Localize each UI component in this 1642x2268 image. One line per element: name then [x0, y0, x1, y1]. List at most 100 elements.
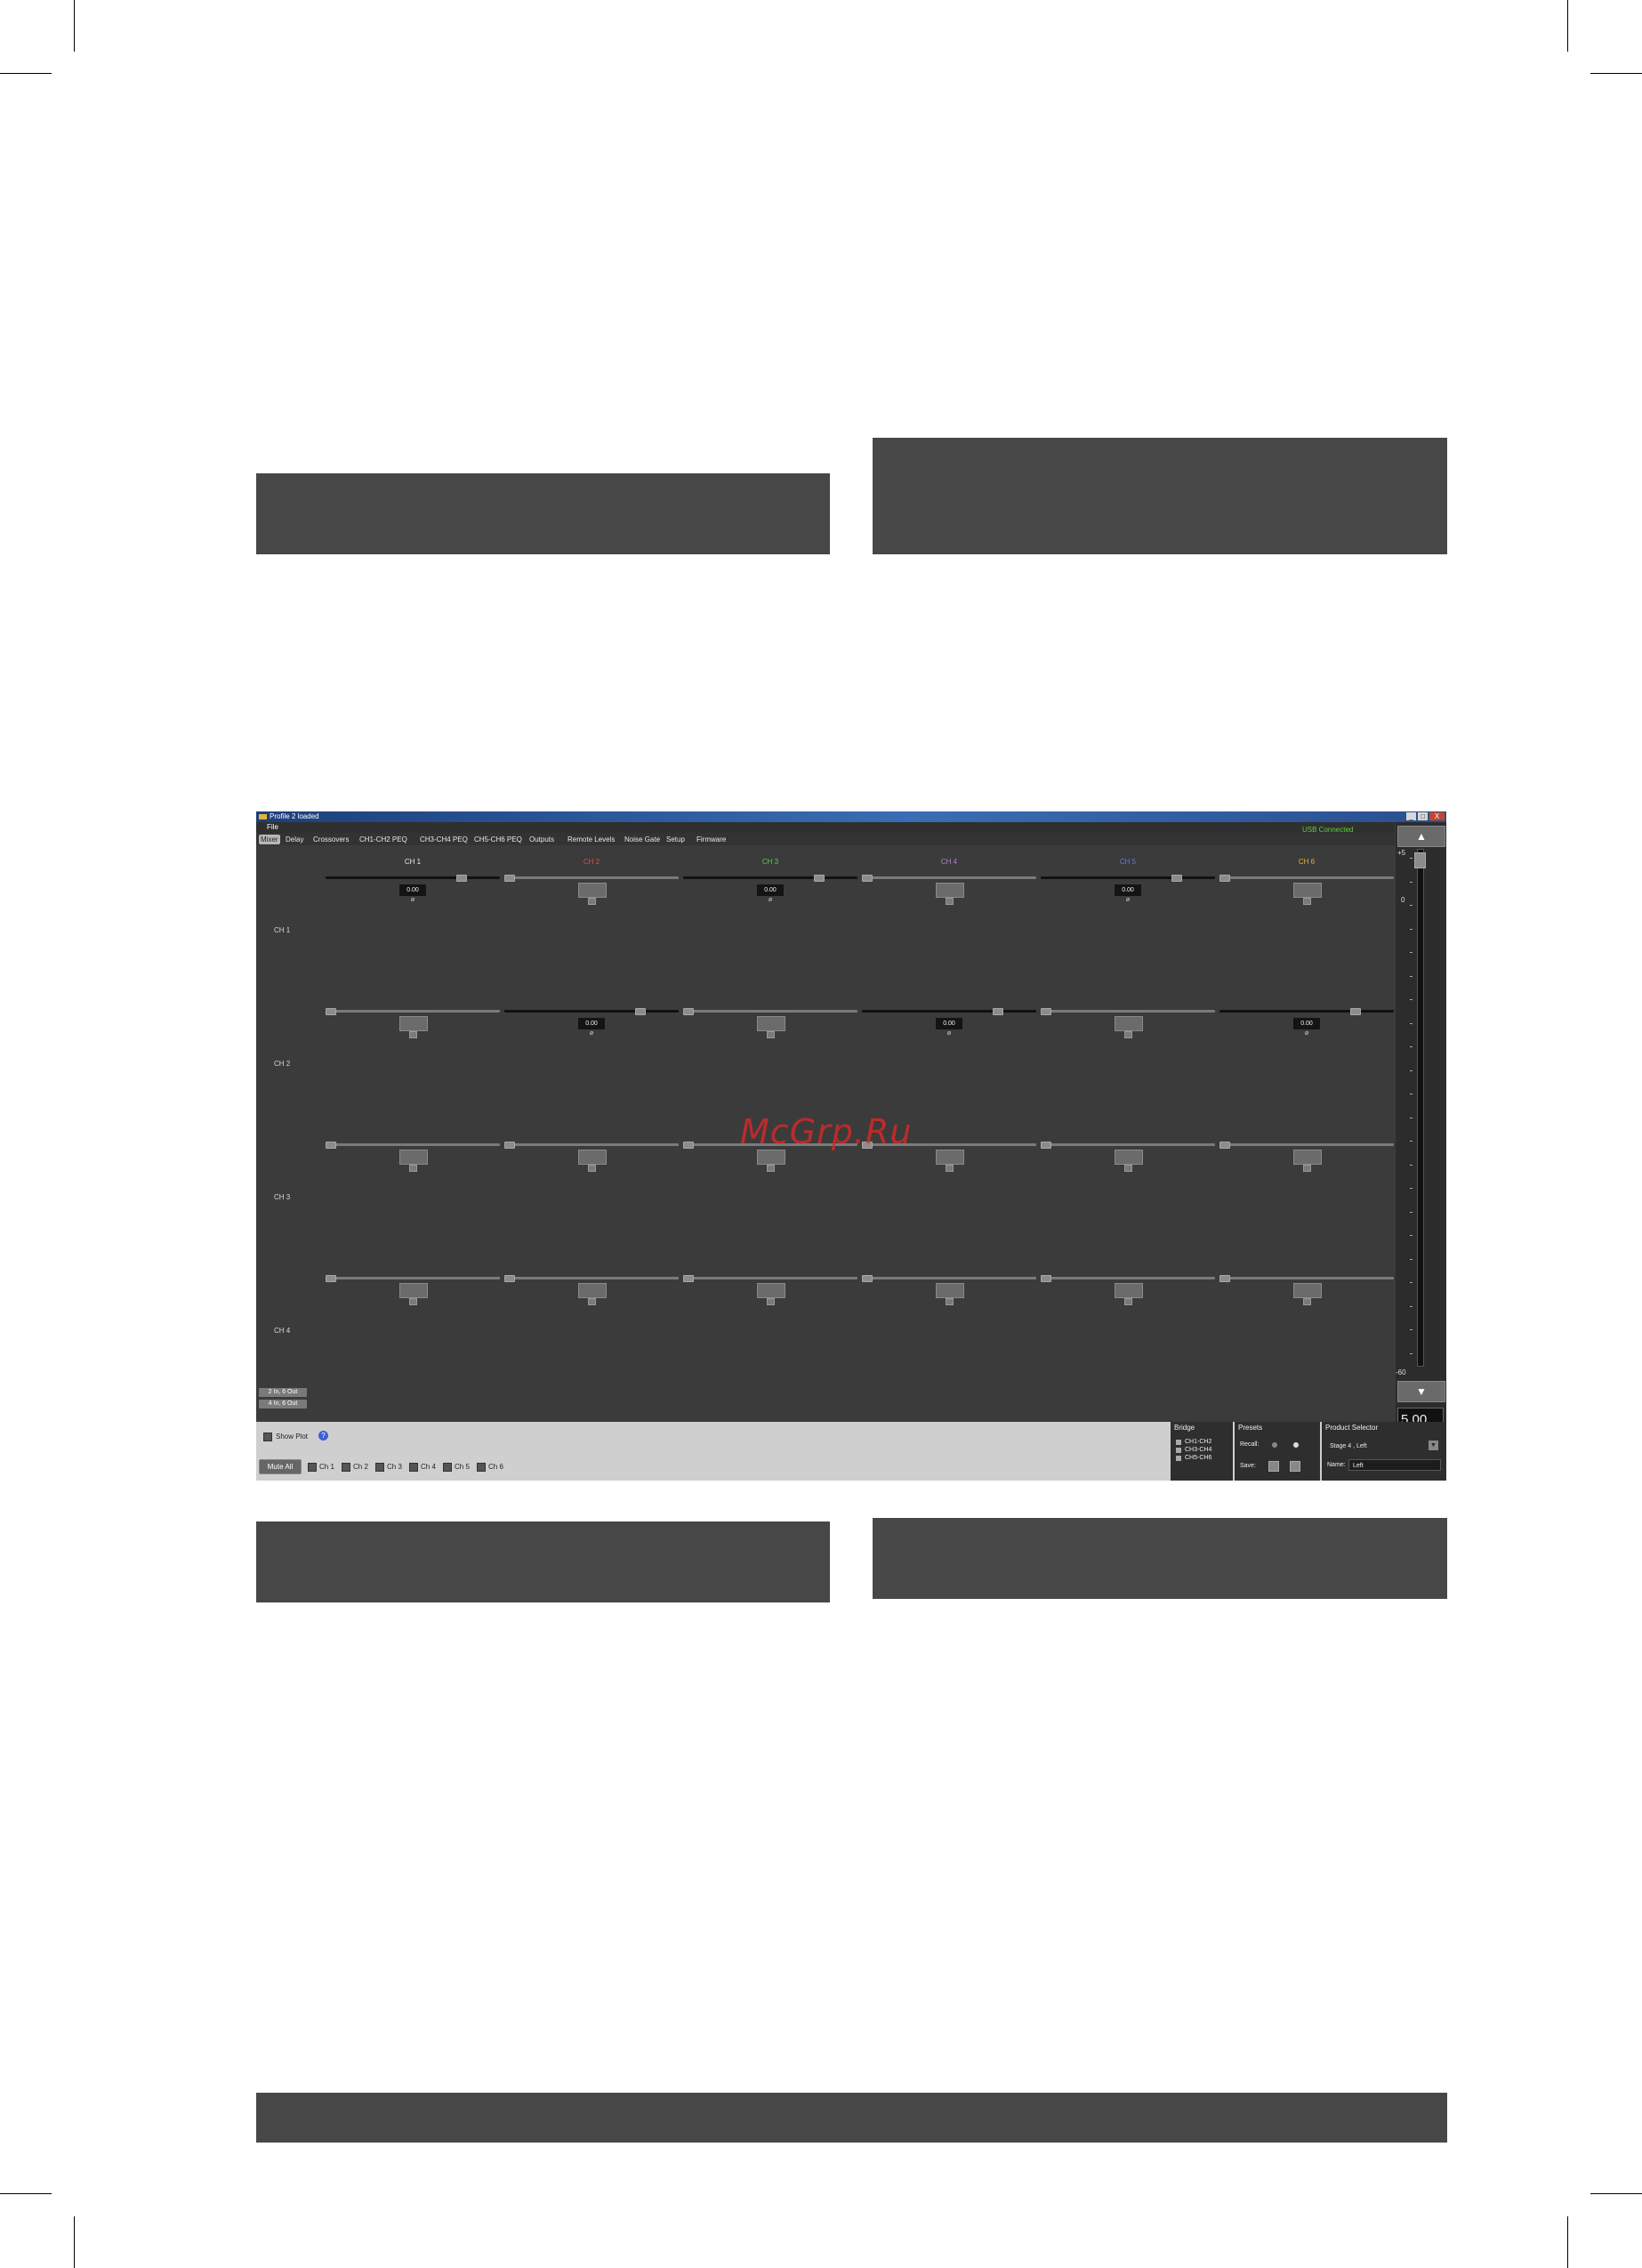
gain-slider-thumb[interactable]	[326, 1142, 336, 1149]
phase-toggle[interactable]	[588, 1298, 596, 1305]
mute-ch4-checkbox[interactable]	[409, 1463, 418, 1472]
mute-toggle[interactable]	[1115, 1150, 1143, 1165]
mute-toggle[interactable]	[936, 883, 964, 898]
recall-preset-1-radio[interactable]	[1272, 1442, 1277, 1448]
tab-outputs[interactable]: Outputs	[527, 835, 556, 844]
gain-slider-track[interactable]	[504, 1277, 679, 1279]
gain-slider-track[interactable]	[504, 1010, 679, 1013]
gain-slider-thumb[interactable]	[993, 1008, 1004, 1015]
mute-ch5-checkbox[interactable]	[443, 1463, 452, 1472]
mute-toggle[interactable]	[1293, 883, 1322, 898]
phase-icon[interactable]: ø	[946, 1030, 953, 1037]
gain-value[interactable]: 0.00	[1115, 884, 1141, 896]
mute-toggle[interactable]	[936, 1150, 964, 1165]
level-meter[interactable]	[1417, 849, 1424, 1367]
name-input[interactable]: Left	[1348, 1459, 1441, 1471]
phase-toggle[interactable]	[946, 1298, 954, 1305]
mute-toggle[interactable]	[757, 1016, 785, 1031]
gain-slider-thumb[interactable]	[456, 875, 468, 882]
phase-toggle[interactable]	[409, 1298, 417, 1305]
bridge-ch1-ch2-checkbox[interactable]	[1176, 1440, 1181, 1445]
mute-ch2-checkbox[interactable]	[342, 1463, 350, 1472]
gain-slider-thumb[interactable]	[683, 1142, 694, 1149]
gain-slider-track[interactable]	[1219, 1010, 1394, 1013]
gain-slider-thumb[interactable]	[1219, 875, 1230, 882]
mute-toggle[interactable]	[578, 1283, 607, 1298]
tab-delay[interactable]: Delay	[284, 835, 305, 844]
show-plot-checkbox[interactable]	[263, 1433, 272, 1441]
phase-toggle[interactable]	[1303, 898, 1311, 905]
tab-mixer[interactable]: Mixer	[259, 835, 280, 844]
gain-slider-track[interactable]	[1041, 1010, 1215, 1013]
gain-slider-thumb[interactable]	[1041, 1008, 1051, 1015]
gain-value[interactable]: 0.00	[399, 884, 426, 896]
gain-slider-thumb[interactable]	[326, 1008, 336, 1015]
menu-file[interactable]: File	[267, 822, 278, 833]
gain-slider-track[interactable]	[683, 876, 857, 879]
chevron-down-icon[interactable]: ▼	[1429, 1441, 1438, 1450]
gain-slider-thumb[interactable]	[683, 1275, 694, 1282]
phase-toggle[interactable]	[1303, 1298, 1311, 1305]
mute-toggle[interactable]	[578, 1150, 607, 1165]
gain-slider-thumb[interactable]	[326, 1275, 336, 1282]
bridge-ch3-ch4-checkbox[interactable]	[1176, 1448, 1181, 1453]
gain-slider-thumb[interactable]	[504, 875, 515, 882]
phase-toggle[interactable]	[946, 1165, 954, 1172]
gain-slider-track[interactable]	[862, 1010, 1036, 1013]
phase-toggle[interactable]	[946, 898, 954, 905]
gain-slider-track[interactable]	[1041, 1277, 1215, 1279]
gain-slider-track[interactable]	[1041, 876, 1215, 879]
gain-slider-thumb[interactable]	[814, 875, 825, 882]
gain-slider-track[interactable]	[504, 876, 679, 879]
gain-slider-track[interactable]	[862, 1277, 1036, 1279]
phase-toggle[interactable]	[1303, 1165, 1311, 1172]
minimize-button[interactable]: _	[1406, 812, 1416, 820]
tab-firmware[interactable]: Firmware	[695, 835, 728, 844]
phase-icon[interactable]: ø	[409, 897, 416, 903]
tab-remote-levels[interactable]: Remote Levels	[566, 835, 616, 844]
phase-icon[interactable]: ø	[588, 1030, 595, 1037]
gain-value[interactable]: 0.00	[578, 1018, 605, 1029]
phase-toggle[interactable]	[1124, 1298, 1132, 1305]
gain-slider-track[interactable]	[683, 1010, 857, 1013]
gain-slider-track[interactable]	[326, 1143, 500, 1146]
phase-toggle[interactable]	[588, 898, 596, 905]
gain-slider-track[interactable]	[326, 1010, 500, 1013]
phase-toggle[interactable]	[767, 1031, 775, 1038]
level-up-button[interactable]: ▲	[1397, 826, 1445, 847]
gain-slider-thumb[interactable]	[1171, 875, 1183, 882]
mute-toggle[interactable]	[578, 883, 607, 898]
gain-slider-thumb[interactable]	[683, 1008, 694, 1015]
gain-slider-track[interactable]	[1219, 876, 1394, 879]
gain-slider-thumb[interactable]	[862, 875, 873, 882]
mute-toggle[interactable]	[1115, 1283, 1143, 1298]
help-icon[interactable]: ?	[318, 1431, 328, 1441]
mute-ch3-checkbox[interactable]	[375, 1463, 384, 1472]
gain-slider-thumb[interactable]	[1219, 1142, 1230, 1149]
mute-toggle[interactable]	[936, 1283, 964, 1298]
product-select[interactable]: Stage 4 , Left	[1325, 1440, 1441, 1451]
mode-4in-6out-button[interactable]: 4 In, 6 Out	[259, 1400, 307, 1408]
phase-toggle[interactable]	[1124, 1031, 1132, 1038]
phase-toggle[interactable]	[767, 1165, 775, 1172]
gain-slider-thumb[interactable]	[1350, 1008, 1362, 1015]
gain-slider-thumb[interactable]	[1219, 1275, 1230, 1282]
gain-slider-track[interactable]	[683, 1277, 857, 1279]
mute-toggle[interactable]	[1293, 1283, 1322, 1298]
gain-slider-track[interactable]	[1219, 1277, 1394, 1279]
maximize-button[interactable]: □	[1418, 812, 1428, 820]
tab-crossovers[interactable]: Crossovers	[311, 835, 350, 844]
mute-toggle[interactable]	[757, 1283, 785, 1298]
phase-toggle[interactable]	[588, 1165, 596, 1172]
phase-icon[interactable]: ø	[1124, 897, 1131, 903]
mute-toggle[interactable]	[399, 1150, 428, 1165]
tab-noise-gate[interactable]: Noise Gate	[623, 835, 662, 844]
gain-slider-track[interactable]	[1041, 1143, 1215, 1146]
phase-icon[interactable]: ø	[1303, 1030, 1310, 1037]
gain-slider-track[interactable]	[1219, 1143, 1394, 1146]
mute-toggle[interactable]	[1293, 1150, 1322, 1165]
gain-slider-thumb[interactable]	[1041, 1275, 1051, 1282]
save-preset-2-button[interactable]	[1290, 1461, 1300, 1472]
tab-ch5-ch6-peq[interactable]: CH5-CH6 PEQ	[472, 835, 524, 844]
tab-setup[interactable]: Setup	[664, 835, 687, 844]
